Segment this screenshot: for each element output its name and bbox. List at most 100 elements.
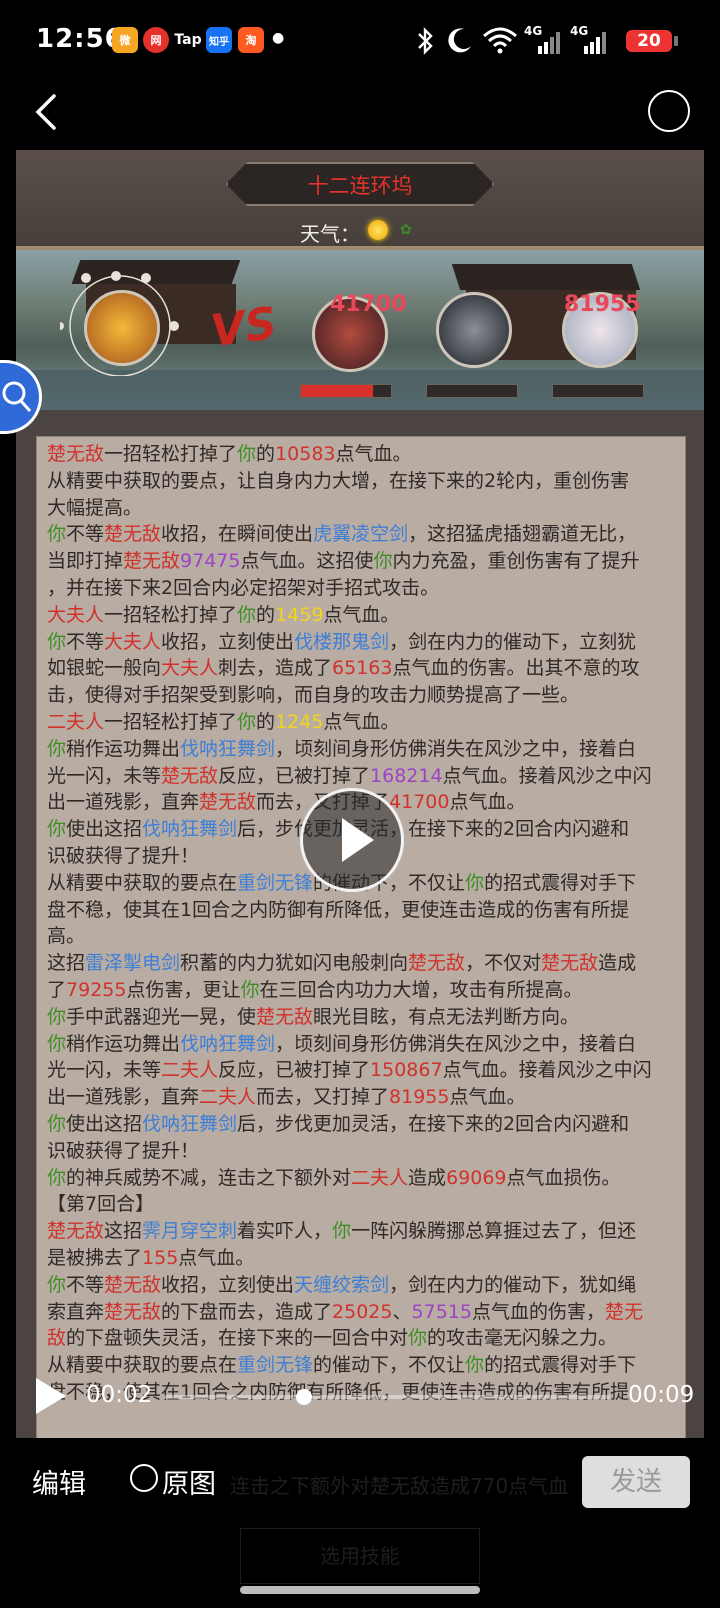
log-line: 是被拂去了155点气血。	[47, 1245, 677, 1272]
log-segment: 了	[47, 979, 67, 1001]
select-circle-button[interactable]	[648, 90, 690, 132]
log-segment: 楚无敌	[47, 443, 105, 465]
log-segment: 不等	[66, 630, 105, 653]
log-segment: 点气血的伤害，	[471, 1300, 605, 1323]
log-segment: 一招轻松打掉了	[104, 711, 238, 733]
log-segment: 识破获得了提升！	[47, 1139, 200, 1162]
log-segment: 二夫人	[199, 1086, 257, 1109]
log-segment: 点气血。这招使	[240, 550, 374, 573]
original-image-radio[interactable]	[130, 1464, 158, 1492]
status-bar: 12:56 微 网 Tap 知乎 淘 ● 4G 4G 20	[0, 0, 720, 80]
do-not-disturb-moon-icon	[448, 28, 471, 53]
stage-header: 十二连环坞 天气： ✿	[16, 150, 704, 250]
stage-name: 十二连环坞	[307, 174, 413, 198]
log-segment: 在三回合内功力大增，攻击有所提高。	[259, 979, 583, 1001]
log-segment: 楚无敌	[199, 791, 257, 814]
play-icon	[342, 818, 374, 862]
log-segment: 索直奔	[47, 1300, 105, 1323]
background-button: 选用技能	[240, 1528, 480, 1584]
log-line: 大幅提高。	[47, 495, 677, 522]
enemy-damage-number: 41700	[330, 292, 407, 317]
log-line: 楚无敌一招轻松打掉了你的10583点气血。	[47, 441, 677, 468]
enemy-avatar-dafuren[interactable]	[436, 292, 512, 368]
log-segment: 楚无	[604, 1300, 643, 1323]
total-duration: 00:09	[628, 1382, 695, 1408]
log-segment: 伐呐狂舞剑	[180, 737, 276, 760]
log-segment: 楚无敌	[104, 1300, 162, 1323]
log-segment: 伐楼那鬼剑	[294, 630, 390, 653]
log-segment: 10583	[275, 443, 336, 465]
log-line: 你的神兵威势不减，连击之下额外对二夫人造成69069点气血损伤。	[47, 1165, 677, 1192]
battle-log: 楚无敌一招轻松打掉了你的10583点气血。 从精要中获取的要点，让自身内力大增，在…	[36, 436, 686, 1438]
log-segment: 伐呐狂舞剑	[142, 1113, 238, 1135]
log-segment: 伐呐狂舞剑	[142, 818, 238, 841]
log-segment: 后，步伐更加灵活，在接下来的2回合内闪避和	[237, 1113, 630, 1135]
background-log-text: 连击之下额外对楚无敌造成770点气血	[230, 1474, 569, 1498]
log-segment: 、	[392, 1300, 412, 1323]
play-pause-button[interactable]	[36, 1378, 66, 1414]
log-line: 光一闪，未等楚无敌反应，已被打掉了168214点气血。接着风沙之中闪	[47, 763, 677, 790]
log-segment: 重剑无锋	[237, 871, 314, 894]
log-segment: 手中武器迎光一晃，使	[66, 1005, 257, 1028]
log-segment: 你	[373, 550, 393, 573]
log-line: 索直奔楚无敌的下盘而去，造成了25025、57515点气血的伤害，楚无	[47, 1299, 677, 1326]
log-segment: 168214	[370, 764, 443, 787]
log-segment: 楚无敌	[104, 523, 162, 546]
log-segment: 的下盘顿失灵活，在接下来的一回合中对	[66, 1327, 409, 1350]
player-avatar[interactable]	[84, 290, 160, 366]
log-segment: 你	[332, 1220, 352, 1243]
log-line: 了79255点伤害，更让你在三回合内功力大增，攻击有所提高。	[47, 977, 677, 1004]
send-button[interactable]: 发送	[582, 1456, 690, 1508]
log-segment: 楚无敌	[161, 764, 219, 787]
log-segment: 的下盘而去，造成了	[161, 1300, 333, 1323]
log-segment: 盘不稳，使其在1回合之内防御有所降低，更使连击造成的伤害有所提	[47, 898, 630, 921]
log-segment: 你	[47, 523, 67, 546]
log-segment: 楚无敌	[408, 952, 466, 975]
log-segment: 的	[256, 603, 276, 626]
seek-handle[interactable]	[296, 1389, 312, 1405]
log-line: 击，使得对手招架受到影响，而自身的攻击力顺势提高了一些。	[47, 682, 677, 709]
log-segment: 1459	[275, 603, 324, 626]
log-segment: 150867	[370, 1059, 443, 1082]
log-segment: 造成	[408, 1166, 447, 1189]
log-segment: 眼光目眩，有点无法判断方向。	[313, 1005, 580, 1028]
log-segment: 从精要中获取的要点，让自身内力大增，在接下来的2轮内，重创伤害	[47, 469, 630, 492]
current-time: 00:02	[86, 1382, 153, 1408]
log-segment: ，这招猛虎插翅霸道无比，	[408, 523, 637, 546]
bluetooth-icon	[418, 27, 433, 55]
log-segment: 反应，已被打掉了	[218, 1059, 371, 1082]
log-line: 楚无敌这招霁月穿空刺着实吓人，你一阵闪躲腾挪总算捱过去了，但还	[47, 1218, 677, 1245]
log-segment: 楚无敌	[123, 550, 181, 573]
log-segment: 你	[465, 1354, 485, 1377]
log-segment: 大夫人	[47, 603, 105, 626]
back-arrow-icon[interactable]	[30, 90, 70, 134]
log-line: 当即打掉楚无敌97475点气血。这招使你内力充盈，重创伤害有了提升	[47, 548, 677, 575]
log-segment: 点气血。	[178, 1247, 255, 1269]
magnifier-button[interactable]	[0, 360, 42, 434]
log-segment: 你	[47, 1032, 67, 1055]
weibo-app-icon: 微	[112, 27, 138, 53]
seek-bar[interactable]	[164, 1395, 610, 1399]
sun-icon	[368, 220, 388, 240]
log-segment: ，剑在内力的催动下，立刻犹	[389, 630, 637, 653]
log-segment: 不等	[66, 1273, 105, 1296]
log-segment: 使出这招	[66, 818, 143, 841]
weather-label: 天气：	[300, 222, 360, 246]
log-segment: 你	[408, 1327, 428, 1350]
edit-button[interactable]: 编辑	[32, 1462, 86, 1501]
log-line: 大夫人一招轻松打掉了你的1459点气血。	[47, 602, 677, 629]
status-time: 12:56	[36, 24, 124, 54]
log-segment: 雷泽掣电剑	[85, 952, 181, 975]
log-segment: 击，使得对手招架受到影响，而自身的攻击力顺势提高了一些。	[47, 684, 580, 707]
log-segment: 大夫人	[104, 630, 162, 653]
log-segment: 你	[237, 603, 257, 626]
log-line: 光一闪，未等二夫人反应，已被打掉了150867点气血。接着风沙之中闪	[47, 1057, 677, 1084]
log-segment: 而去，又打掉了	[256, 1086, 390, 1109]
log-segment: 稍作运功舞出	[66, 737, 181, 760]
original-image-label[interactable]: 原图	[162, 1462, 216, 1501]
log-line: 你不等楚无敌收招，立刻使出天缠绞索剑，剑在内力的催动下，犹如绳	[47, 1272, 677, 1299]
log-segment: 伐呐狂舞剑	[180, 1032, 276, 1055]
log-segment: 敌	[47, 1327, 67, 1350]
log-line: 你不等大夫人收招，立刻使出伐楼那鬼剑，剑在内力的催动下，立刻犹	[47, 629, 677, 656]
signal-strength-icon-2	[584, 32, 606, 54]
